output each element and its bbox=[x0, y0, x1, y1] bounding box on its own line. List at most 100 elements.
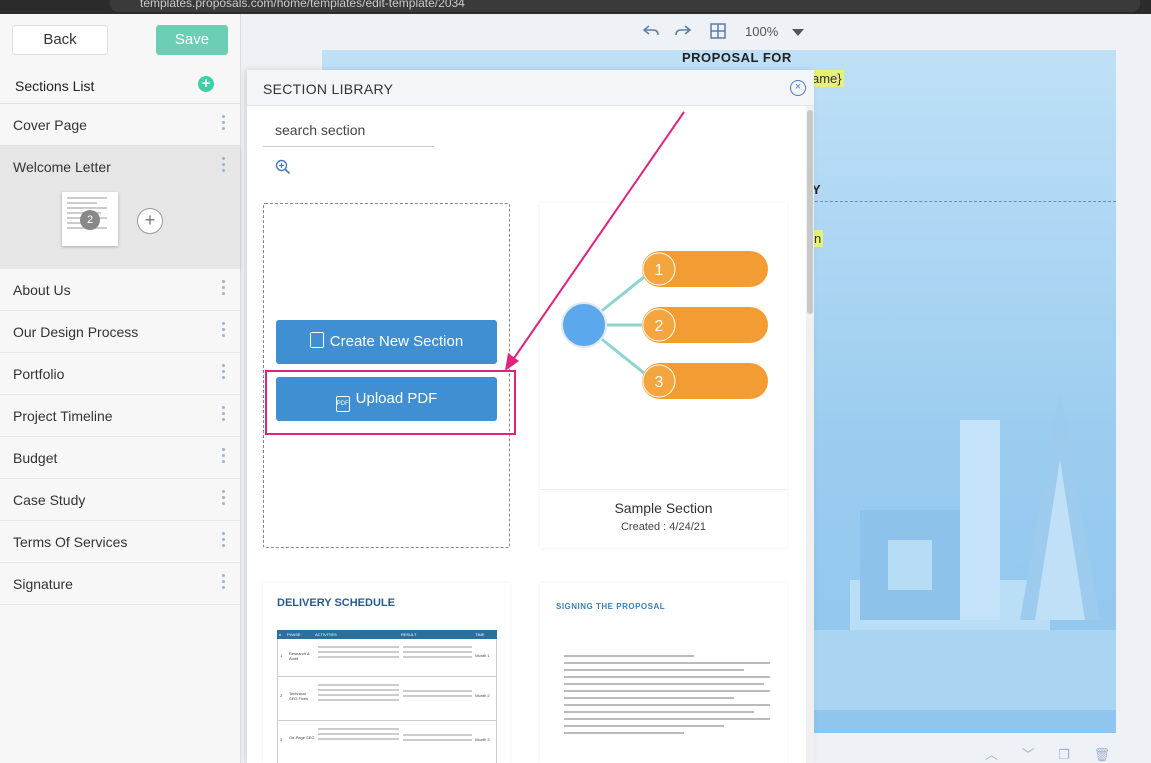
sidebar-item-project-timeline[interactable]: Project Timeline bbox=[0, 395, 240, 437]
more-options-icon[interactable] bbox=[222, 490, 226, 508]
close-icon[interactable]: × bbox=[790, 80, 806, 96]
sections-list-title: Sections List bbox=[15, 78, 95, 94]
row-time: Month 2 bbox=[475, 693, 490, 698]
more-options-icon[interactable] bbox=[222, 364, 226, 382]
column-header: # bbox=[279, 632, 282, 637]
row-time: Month 3 bbox=[475, 737, 490, 742]
sidebar-item-about-us[interactable]: About Us bbox=[0, 269, 240, 311]
redo-icon[interactable] bbox=[674, 23, 692, 39]
undo-icon[interactable] bbox=[642, 23, 660, 39]
search-input[interactable] bbox=[263, 115, 434, 145]
sections-list-header: Sections List + bbox=[0, 68, 240, 104]
editor-toolbar: 100% bbox=[244, 14, 1151, 50]
column-header: PHASE bbox=[287, 632, 301, 637]
delete-icon[interactable]: 🗑 bbox=[1094, 747, 1111, 762]
create-new-section-label: Create New Section bbox=[329, 333, 464, 350]
section-library-title: SECTION LIBRARY bbox=[263, 81, 394, 97]
search-wrapper bbox=[263, 115, 434, 147]
sidebar-item-signature[interactable]: Signature bbox=[0, 563, 240, 605]
decorative-3d-shapes bbox=[810, 390, 1116, 710]
sidebar-item-welcome-letter[interactable]: Welcome Letter 2 + bbox=[0, 146, 240, 269]
row-phase: Research & Audit bbox=[288, 651, 310, 661]
page-number-badge: 2 bbox=[80, 210, 100, 230]
sidebar-item-label: Budget bbox=[13, 450, 58, 466]
delivery-table-header: # PHASE ACTIVITIES RESULT TIME bbox=[277, 630, 497, 639]
delivery-schedule-heading: DELIVERY SCHEDULE bbox=[277, 597, 395, 609]
sample-section-name: Sample Section bbox=[614, 500, 713, 516]
sample-section-date: Created : 4/24/21 bbox=[620, 521, 706, 533]
sample-section-footer: Sample Section Created : 4/24/21 bbox=[540, 489, 787, 548]
top-actions: Back Save bbox=[0, 14, 240, 68]
sidebar-item-cover-page[interactable]: Cover Page bbox=[0, 104, 240, 146]
create-new-section-button[interactable]: Create New Section bbox=[276, 320, 497, 364]
section-library-panel: SECTION LIBRARY × Create New Section PDF… bbox=[247, 70, 814, 763]
move-down-icon[interactable]: ﹀ bbox=[1022, 747, 1035, 762]
table-row: 3 On-Page SEO Month 3 bbox=[277, 721, 497, 763]
more-options-icon[interactable] bbox=[222, 406, 226, 424]
more-options-icon[interactable] bbox=[222, 157, 226, 175]
node-label: 2 bbox=[655, 318, 664, 335]
sidebar-item-our-design-process[interactable]: Our Design Process bbox=[0, 311, 240, 353]
node-label: 1 bbox=[655, 262, 664, 279]
node-label: 3 bbox=[655, 374, 664, 391]
section-divider bbox=[810, 201, 1116, 202]
section-library-header: SECTION LIBRARY × bbox=[247, 70, 814, 106]
column-header: TIME bbox=[475, 632, 485, 637]
copy-icon[interactable]: ❐ bbox=[1058, 747, 1070, 762]
sidebar-item-label: Portfolio bbox=[13, 366, 65, 382]
more-options-icon[interactable] bbox=[222, 448, 226, 466]
library-scrollbar[interactable] bbox=[806, 106, 814, 763]
sections-panel: Back Save Sections List + Cover Page Wel… bbox=[0, 14, 241, 763]
delivery-schedule-card[interactable]: DELIVERY SCHEDULE # PHASE ACTIVITIES RES… bbox=[263, 583, 510, 763]
sidebar-item-label: Project Timeline bbox=[13, 408, 113, 424]
row-number: 3 bbox=[280, 737, 283, 742]
address-bar[interactable]: templates.proposals.com/home/templates/e… bbox=[110, 0, 1140, 12]
sidebar-item-portfolio[interactable]: Portfolio bbox=[0, 353, 240, 395]
table-row: 2 Technical SEO Fixes Month 2 bbox=[277, 677, 497, 721]
signing-proposal-heading: SIGNING THE PROPOSAL bbox=[556, 602, 666, 611]
row-number: 2 bbox=[280, 693, 283, 698]
more-options-icon[interactable] bbox=[222, 322, 226, 340]
signing-proposal-card[interactable]: SIGNING THE PROPOSAL bbox=[540, 583, 787, 763]
doc-title: PROPOSAL FOR bbox=[682, 50, 792, 65]
sample-section-preview: 1 2 3 bbox=[561, 251, 768, 399]
search-icon[interactable] bbox=[275, 159, 291, 175]
sidebar-item-label: Case Study bbox=[13, 492, 86, 508]
back-button[interactable]: Back bbox=[12, 25, 108, 55]
column-header: ACTIVITIES bbox=[315, 632, 337, 637]
delivery-table: # PHASE ACTIVITIES RESULT TIME 1 Researc… bbox=[277, 630, 497, 763]
column-header: RESULT bbox=[401, 632, 417, 637]
sidebar-item-label: Our Design Process bbox=[13, 324, 139, 340]
grid-icon[interactable] bbox=[710, 23, 726, 39]
sidebar-item-terms-of-services[interactable]: Terms Of Services bbox=[0, 521, 240, 563]
add-page-button[interactable]: + bbox=[137, 208, 163, 234]
placeholder-field[interactable]: ame} bbox=[810, 70, 844, 87]
highlight-annotation bbox=[265, 370, 516, 435]
sidebar-item-label: Welcome Letter bbox=[13, 159, 111, 175]
table-row: 1 Research & Audit Month 1 bbox=[277, 639, 497, 677]
sidebar-item-label: About Us bbox=[13, 282, 71, 298]
new-document-icon bbox=[309, 332, 324, 348]
row-number: 1 bbox=[280, 653, 283, 658]
zoom-dropdown-icon[interactable] bbox=[792, 29, 804, 36]
more-options-icon[interactable] bbox=[222, 574, 226, 592]
sidebar-item-label: Terms Of Services bbox=[13, 534, 128, 550]
zoom-level[interactable]: 100% bbox=[745, 24, 778, 39]
page-thumbnail[interactable]: 2 bbox=[62, 192, 118, 246]
sidebar-item-budget[interactable]: Budget bbox=[0, 437, 240, 479]
add-section-icon[interactable]: + bbox=[198, 76, 214, 92]
page-controls: ︿ ﹀ ❐ 🗑 bbox=[985, 744, 1130, 763]
row-phase: Technical SEO Fixes bbox=[288, 691, 309, 701]
save-button[interactable]: Save bbox=[156, 25, 228, 55]
sidebar-item-case-study[interactable]: Case Study bbox=[0, 479, 240, 521]
more-options-icon[interactable] bbox=[222, 115, 226, 133]
move-up-icon[interactable]: ︿ bbox=[985, 747, 998, 762]
browser-bar: templates.proposals.com/home/templates/e… bbox=[0, 0, 1151, 14]
row-time: Month 1 bbox=[475, 653, 490, 658]
sidebar-item-label: Cover Page bbox=[13, 117, 87, 133]
sample-section-card[interactable]: 1 2 3 Sample Section Created : 4/24/21 bbox=[540, 203, 787, 548]
more-options-icon[interactable] bbox=[222, 280, 226, 298]
row-phase: On-Page SEO bbox=[288, 735, 315, 740]
more-options-icon[interactable] bbox=[222, 532, 226, 550]
signing-body-text bbox=[564, 655, 770, 739]
